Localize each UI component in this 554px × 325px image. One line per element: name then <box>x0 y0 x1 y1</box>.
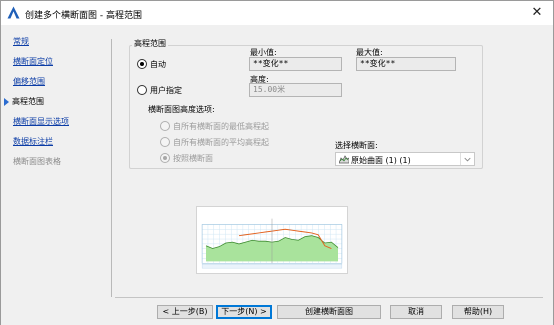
auto-radio[interactable] <box>137 59 147 69</box>
create-section-views-button[interactable]: 创建横断面图 <box>277 305 381 319</box>
next-button[interactable]: 下一步(N) > <box>216 305 272 319</box>
user-specified-radio-label[interactable]: 用户指定 <box>150 85 182 96</box>
cancel-button[interactable]: 取消 <box>390 305 442 319</box>
height-options-label: 横断面图高度选项: <box>148 105 215 114</box>
nav-item-display-options[interactable]: 横断面显示选项 <box>13 116 69 127</box>
option-average-label: 自所有横断面的平均高程起 <box>173 138 269 147</box>
app-logo-icon <box>7 6 20 19</box>
nav-item-section-location[interactable]: 横断面定位 <box>13 56 53 67</box>
title-bar: 创建多个横断面图 - 高程范围 ✕ <box>1 1 553 25</box>
section-select[interactable]: 原始曲面 (1) (1) <box>335 152 475 166</box>
button-divider <box>115 297 543 298</box>
dialog-window: 创建多个横断面图 - 高程范围 ✕ 常规 横断面定位 偏移范围 高程范围 横断面… <box>0 0 554 325</box>
option-by-section-label: 按照横断面 <box>173 154 213 163</box>
close-icon[interactable]: ✕ <box>529 5 545 21</box>
nav-item-data-bands[interactable]: 数据标注栏 <box>13 136 53 147</box>
group-title: 高程范围 <box>132 38 168 49</box>
max-value-field: **变化** <box>356 57 456 71</box>
window-title: 创建多个横断面图 - 高程范围 <box>25 11 142 21</box>
help-button[interactable]: 帮助(H) <box>452 305 504 319</box>
min-value-field: **变化** <box>249 57 342 71</box>
nav-divider <box>111 39 112 297</box>
option-lowest-label: 自所有横断面的最低高程起 <box>173 122 269 131</box>
chevron-down-icon[interactable] <box>460 153 474 165</box>
section-preview <box>196 206 348 274</box>
surface-icon <box>339 155 349 164</box>
section-select-value: 原始曲面 (1) (1) <box>351 156 411 165</box>
select-section-label: 选择横断面: <box>335 141 378 150</box>
nav-item-elevation-range[interactable]: 高程范围 <box>12 96 44 107</box>
preview-band <box>201 264 343 269</box>
height-field: 15.00米 <box>249 83 342 97</box>
dialog-client-area: 常规 横断面定位 偏移范围 高程范围 横断面显示选项 数据标注栏 横断面图表格 … <box>1 25 553 325</box>
option-by-section-radio <box>160 153 170 163</box>
auto-radio-label[interactable]: 自动 <box>150 59 166 70</box>
option-average-radio <box>160 137 170 147</box>
current-page-arrow-icon <box>4 98 9 106</box>
nav-item-section-table: 横断面图表格 <box>13 157 61 166</box>
nav-item-general[interactable]: 常规 <box>13 36 29 47</box>
back-button[interactable]: < 上一步(B) <box>157 305 213 319</box>
nav-item-offset-range[interactable]: 偏移范围 <box>13 76 45 87</box>
option-lowest-radio <box>160 121 170 131</box>
user-specified-radio[interactable] <box>137 85 147 95</box>
